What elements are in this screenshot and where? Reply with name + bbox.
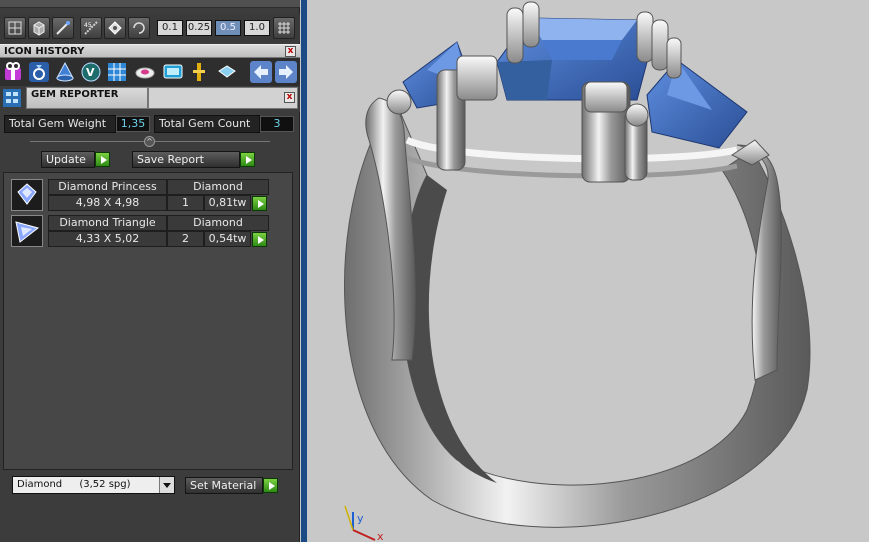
toolbar: 45 0.1 0.25 0.5 1.0 xyxy=(0,14,300,42)
pen-tool-button[interactable] xyxy=(52,17,74,39)
ring-render: y x xyxy=(344,1,811,542)
tool-panel: 45 0.1 0.25 0.5 1.0 ICON HISTORY x V GEM… xyxy=(0,0,300,542)
total-count-label: Total Gem Count xyxy=(154,115,260,133)
set-material-button[interactable]: Set Material xyxy=(185,477,263,494)
gem-reporter-icon xyxy=(3,89,21,107)
gem-reporter-header: GEM REPORTER x xyxy=(0,86,300,112)
set-material-go-button[interactable] xyxy=(263,478,278,493)
v-sphere-icon[interactable]: V xyxy=(80,61,102,83)
pin-icon[interactable] xyxy=(188,61,210,83)
grid-snap-button[interactable] xyxy=(273,17,295,39)
gem-reporter-close-button[interactable]: x xyxy=(284,92,295,103)
gem-count: 1 xyxy=(167,195,204,211)
gem-triangle-thumbnail xyxy=(11,215,43,247)
save-report-go-button[interactable] xyxy=(240,152,255,167)
ring-icon[interactable] xyxy=(28,61,50,83)
icon-history-close-button[interactable]: x xyxy=(285,46,296,57)
gem-name: Diamond Princess xyxy=(48,179,167,195)
gem-icon[interactable] xyxy=(216,61,238,83)
svg-text:V: V xyxy=(86,66,95,79)
gem-reporter-title: GEM REPORTER xyxy=(26,87,148,109)
cone-icon[interactable] xyxy=(54,61,76,83)
gem-material: Diamond xyxy=(167,215,269,231)
grid-icon[interactable] xyxy=(106,61,128,83)
zoom-option-0-25[interactable]: 0.25 xyxy=(186,20,212,36)
gem-size: 4,98 X 4,98 xyxy=(48,195,167,211)
gem-name: Diamond Triangle xyxy=(48,215,167,231)
gem-list: Diamond Princess Diamond 4,98 X 4,98 1 0… xyxy=(3,172,293,470)
gem-row: Diamond Princess Diamond 4,98 X 4,98 1 0… xyxy=(8,178,270,212)
toolbar-strip-top xyxy=(0,0,300,8)
svg-text:45: 45 xyxy=(84,22,92,29)
gem-select-button[interactable] xyxy=(252,232,267,247)
gem-row: Diamond Triangle Diamond 4,33 X 5,02 2 0… xyxy=(8,214,270,248)
total-weight-value: 1,35 xyxy=(116,116,150,132)
3d-viewport[interactable]: y x xyxy=(301,0,869,542)
gem-weight: 0,81tw xyxy=(204,195,251,211)
grid-view-button[interactable] xyxy=(4,17,26,39)
collapse-handle[interactable]: ^ xyxy=(144,136,155,147)
gem-weight: 0,54tw xyxy=(204,231,251,247)
chevron-down-icon[interactable] xyxy=(159,477,174,493)
monitor-icon[interactable] xyxy=(162,61,184,83)
zoom-option-0-5[interactable]: 0.5 xyxy=(215,20,241,36)
axis-gizmo: y x xyxy=(344,505,384,542)
save-report-button[interactable]: Save Report xyxy=(132,151,240,168)
axis-y-label: y xyxy=(357,512,364,525)
material-density: (3,52 spg) xyxy=(79,479,131,490)
material-name: Diamond xyxy=(17,479,63,490)
cube-view-button[interactable] xyxy=(28,17,50,39)
icon-history-titlebar: ICON HISTORY x xyxy=(0,44,300,58)
gem-reporter-title-bar: x xyxy=(148,87,298,109)
gem-material: Diamond xyxy=(167,179,269,195)
zoom-option-1-0[interactable]: 1.0 xyxy=(244,20,270,36)
gem-size: 4,33 X 5,02 xyxy=(48,231,167,247)
gem-count: 2 xyxy=(167,231,204,247)
gem-princess-thumbnail xyxy=(11,179,43,211)
gem-select-button[interactable] xyxy=(252,196,267,211)
update-button[interactable]: Update xyxy=(41,151,95,168)
axis-x-label: x xyxy=(377,530,384,542)
diamond-view-button[interactable] xyxy=(104,17,126,39)
rotate-view-button[interactable] xyxy=(128,17,150,39)
total-weight-label: Total Gem Weight xyxy=(4,115,116,133)
gift-box-icon[interactable] xyxy=(2,61,24,83)
update-go-button[interactable] xyxy=(95,152,110,167)
gem-right-triangle xyxy=(646,59,748,149)
arrow-left-icon[interactable] xyxy=(250,61,272,83)
arrow-right-icon[interactable] xyxy=(275,61,297,83)
icon-history-bar: V xyxy=(0,58,300,86)
total-count-value: 3 xyxy=(260,116,294,132)
zoom-option-0-1[interactable]: 0.1 xyxy=(157,20,183,36)
material-select[interactable]: Diamond (3,52 spg) xyxy=(12,476,175,494)
gem-dish-icon[interactable] xyxy=(134,61,156,83)
measure-tool-button[interactable]: 45 xyxy=(80,17,102,39)
icon-history-title: ICON HISTORY xyxy=(4,46,85,57)
